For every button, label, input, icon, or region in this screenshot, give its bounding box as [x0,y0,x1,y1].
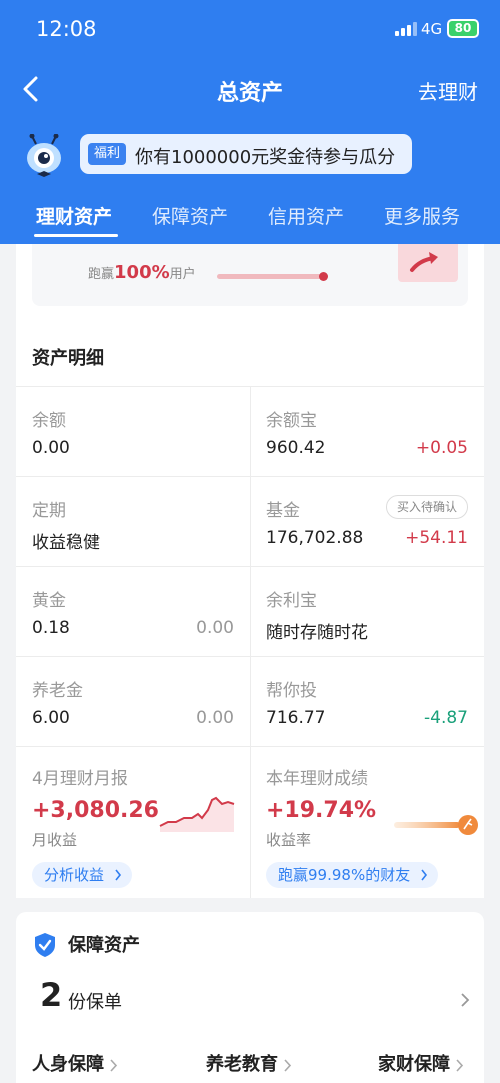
tab-credit[interactable]: 信用资产 [268,202,344,229]
chevron-right-icon [110,1058,118,1072]
asset-change: 0.00 [196,618,234,638]
trend-up-icon [398,244,458,282]
asset-change: -4.87 [424,708,468,728]
asset-change: +0.05 [415,438,468,458]
category-personal-protection[interactable]: 人身保障 [32,1050,118,1076]
asset-value: 0.00 [32,438,70,458]
asset-item-yulibao[interactable]: 余利宝 随时存随时花 [250,566,484,656]
income-sparkline [159,796,235,832]
chevron-right-icon [284,1058,292,1072]
performance-box[interactable]: 跑赢100%用户 [32,244,468,306]
run-percent: 100% [114,262,170,283]
battery-icon: 80 [447,19,479,38]
signal-icon [395,22,417,36]
asset-label: 黄金 [32,591,66,611]
run-progress-dot [319,272,328,281]
asset-item-yuebao[interactable]: 余额宝 960.42 +0.05 [250,386,484,476]
asset-label: 基金 [266,501,300,521]
category-property-protection[interactable]: 家财保障 [378,1050,464,1076]
promo-banner[interactable]: 福利 你有1000000元奖金待参与瓜分 [80,134,412,174]
asset-label: 余利宝 [266,591,317,611]
tab-protection[interactable]: 保障资产 [152,202,228,229]
header: 12:08 4G 80 总资产 去理财 福利 你有1000000元奖金待参与瓜分… [0,0,500,244]
asset-value: 收益稳健 [32,533,100,553]
nav-bar: 总资产 去理财 [0,60,500,120]
chevron-right-icon [461,993,470,1007]
asset-value: 随时存随时花 [266,623,368,643]
asset-detail-title: 资产明细 [32,348,104,369]
asset-item-fund[interactable]: 基金 买入待确认 176,702.88 +54.11 [250,476,484,566]
category-pension-education[interactable]: 养老教育 [206,1050,292,1076]
analyze-income-button[interactable]: 分析收益 [32,862,133,888]
chevron-right-icon [115,869,122,881]
policy-count: 2 [40,976,63,1014]
asset-label: 养老金 [32,681,83,701]
mascot-icon [27,134,61,177]
asset-label: 余额宝 [266,411,317,431]
protection-title: 保障资产 [68,935,140,956]
tab-indicator [34,234,118,237]
yearly-report-label: 本年理财成绩 [266,769,368,789]
monthly-report-label: 4月理财月报 [32,769,128,789]
protection-card: 保障资产 2 份保单 人身保障 养老教育 家财保障 [16,912,484,1083]
network-label: 4G [421,20,443,38]
asset-item-gold[interactable]: 黄金 0.18 0.00 [16,566,250,656]
performance-card: 跑赢100%用户 [16,244,484,324]
asset-label: 余额 [32,411,66,431]
asset-item-pension[interactable]: 养老金 6.00 0.00 [16,656,250,746]
policy-unit: 份保单 [68,992,122,1013]
asset-value: 0.18 [32,618,70,638]
asset-item-fixed-term[interactable]: 定期 收益稳健 [16,476,250,566]
promo-text: 你有1000000元奖金待参与瓜分 [135,147,396,168]
run-progress-bar [217,274,323,279]
chevron-right-icon [456,1058,464,1072]
asset-item-help-invest[interactable]: 帮你投 716.77 -4.87 [250,656,484,746]
asset-item-balance[interactable]: 余额 0.00 [16,386,250,476]
tab-wealth[interactable]: 理财资产 [36,202,112,229]
monthly-income-label: 月收益 [32,831,78,849]
chevron-right-icon [421,869,428,881]
tab-more-services[interactable]: 更多服务 [384,202,460,229]
asset-value: 176,702.88 [266,528,364,548]
status-time: 12:08 [36,17,97,41]
asset-change: +54.11 [405,528,468,548]
yearly-return-label: 收益率 [266,831,312,849]
run-text: 跑赢100%用户 [88,262,196,283]
runner-icon [394,815,478,835]
asset-value: 716.77 [266,708,326,728]
monthly-income-value: +3,080.26 [32,798,159,823]
monthly-report[interactable]: 4月理财月报 +3,080.26 月收益 分析收益 [16,746,250,898]
asset-value: 6.00 [32,708,70,728]
asset-label: 定期 [32,501,66,521]
asset-value: 960.42 [266,438,326,458]
asset-tabs: 理财资产 保障资产 信用资产 更多服务 [0,196,500,244]
yearly-return-value: +19.74% [266,798,377,823]
asset-detail-card: 资产明细 余额 0.00 余额宝 960.42 +0.05 定期 收益稳健 基金… [16,324,484,898]
pending-badge: 买入待确认 [385,495,468,519]
yearly-report[interactable]: 本年理财成绩 +19.74% 收益率 跑赢99.98%的财友 [250,746,484,898]
status-bar: 12:08 4G 80 [0,0,500,60]
ranking-button[interactable]: 跑赢99.98%的财友 [266,862,439,888]
asset-change: 0.00 [196,708,234,728]
shield-icon [35,933,55,957]
go-invest-link[interactable]: 去理财 [418,76,478,105]
asset-label: 帮你投 [266,681,317,701]
promo-tag: 福利 [88,143,127,165]
